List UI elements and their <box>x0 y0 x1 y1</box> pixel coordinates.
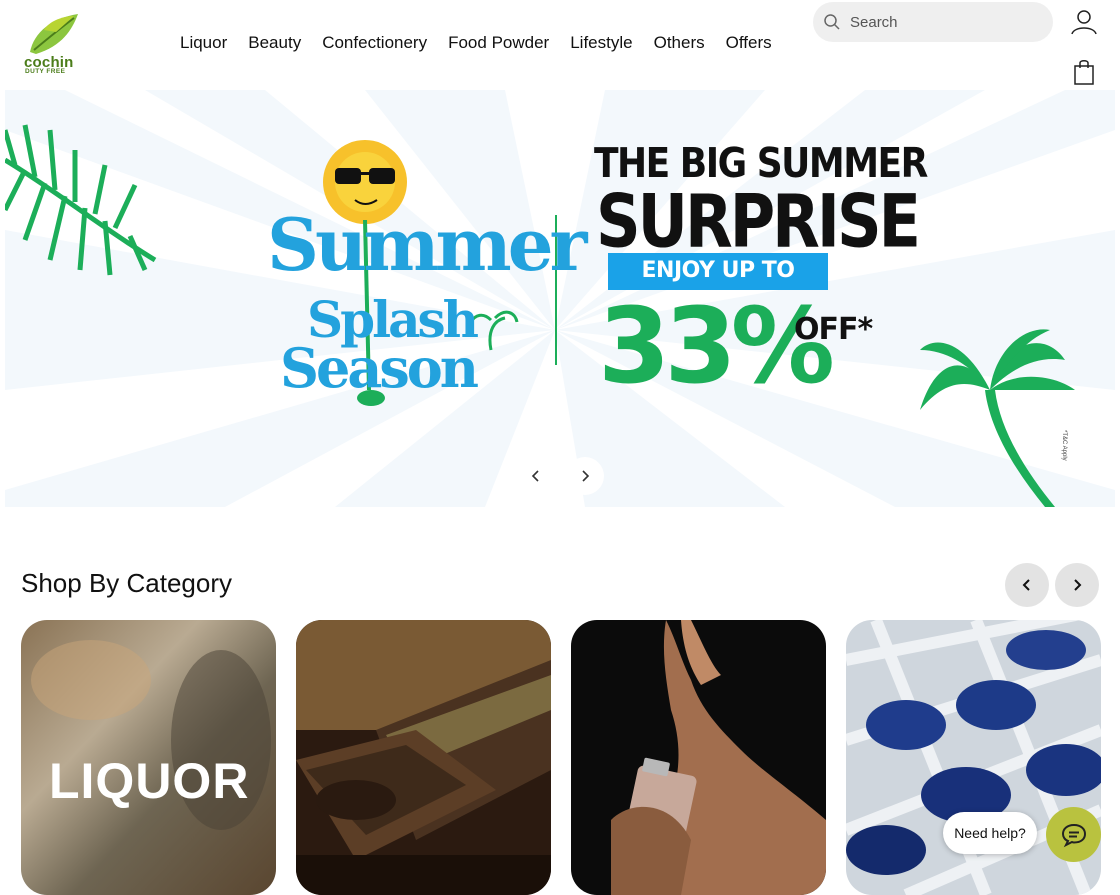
logo-subtitle: DUTY FREE <box>25 68 66 75</box>
nav-others[interactable]: Others <box>654 33 705 53</box>
category-next-button[interactable] <box>1055 563 1099 607</box>
main-nav: Liquor Beauty Confectionery Food Powder … <box>180 33 793 53</box>
user-account-icon[interactable] <box>1070 8 1098 36</box>
banner-prev-button[interactable] <box>517 457 555 495</box>
need-help-button[interactable]: Need help? <box>943 812 1037 854</box>
chevron-right-icon <box>1074 579 1082 591</box>
banner-next-button[interactable] <box>566 457 604 495</box>
category-prev-button[interactable] <box>1005 563 1049 607</box>
offer-line: ENJOY UP TO <box>641 258 796 283</box>
category-card-beauty[interactable] <box>571 620 826 895</box>
chevron-left-icon <box>1022 579 1030 591</box>
banner-background <box>5 90 1115 507</box>
nav-confectionery[interactable]: Confectionery <box>322 33 427 53</box>
nav-lifestyle[interactable]: Lifestyle <box>570 33 632 53</box>
perfume-image <box>571 620 826 895</box>
season-title: Season <box>280 336 479 400</box>
chocolate-image <box>296 620 551 895</box>
section-title: Shop By Category <box>21 568 233 598</box>
search-bar[interactable] <box>813 2 1053 42</box>
shopping-bag-icon[interactable] <box>1072 58 1096 86</box>
terms-note: *T&C Apply <box>1061 430 1067 461</box>
nav-offers[interactable]: Offers <box>726 33 772 53</box>
summer-title: Summer <box>267 202 587 287</box>
search-icon <box>824 14 840 30</box>
offer-off: OFF* <box>794 312 873 347</box>
nav-liquor[interactable]: Liquor <box>180 33 227 53</box>
category-label: LIQUOR <box>49 753 250 809</box>
category-card-liquor[interactable]: LIQUOR <box>21 620 276 895</box>
banner-headline-2: SURPRISE <box>596 178 921 265</box>
search-input[interactable] <box>848 12 1032 32</box>
nav-food-powder[interactable]: Food Powder <box>448 33 549 53</box>
chat-bubble-icon <box>1061 823 1086 847</box>
chat-launcher-button[interactable] <box>1046 807 1101 862</box>
category-card-confectionery[interactable] <box>296 620 551 895</box>
chevron-left-icon <box>531 470 539 482</box>
hero-banner[interactable]: Summer Splash Season THE BIG SUMMER SURP… <box>5 90 1115 507</box>
chevron-right-icon <box>582 470 590 482</box>
nav-beauty[interactable]: Beauty <box>248 33 301 53</box>
